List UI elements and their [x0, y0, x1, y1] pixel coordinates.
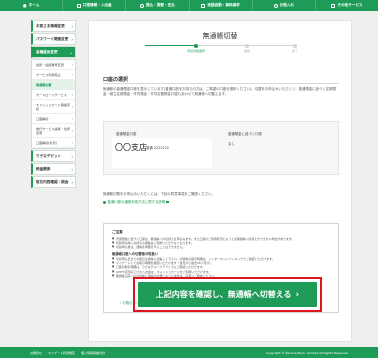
footer-link-contact[interactable]: お問合せ [30, 351, 42, 355]
sidebar-item-customer-info[interactable]: お客さま情報変更 › [31, 20, 76, 32]
step-dot-3 [293, 43, 297, 48]
chevron-right-icon: › [71, 140, 73, 145]
chevron-right-icon: › [71, 153, 73, 159]
chevron-right-icon: › [71, 179, 73, 185]
chevron-right-icon: › [71, 128, 73, 133]
linked-account-value: なし [228, 142, 235, 146]
progress-steps: 手続内容選択 確認 完了 [145, 43, 299, 55]
sidebar: お客さま情報変更 › パスワード関連変更 › 各種届出変更 ⌄ 住所・電話番号変更 › … [31, 20, 76, 189]
chevron-right-icon: › [71, 166, 73, 172]
passbook-info-link[interactable]: 普通口座の通帳利用方法に関する説明 [103, 199, 170, 204]
step-dot-1 [194, 43, 198, 48]
home-icon [22, 3, 27, 8]
intro-text: 無通帳の普通預金口座を表示しています(普通口座をお持ちの方は、ご希望の口座を選択… [103, 87, 336, 96]
transfer-icon [140, 3, 145, 8]
submit-highlight-frame: 上記内容を確認し、無通帳へ切替える › [133, 277, 322, 312]
chevron-down-icon: ⌄ [69, 49, 73, 55]
step-label-1: 手続内容選択 [186, 49, 206, 53]
chevron-right-icon: › [71, 104, 73, 109]
sidebar-item-debit[interactable]: りそなデビット › [31, 150, 76, 162]
external-link-icon [166, 200, 170, 204]
section-title: 口座の選択 [103, 77, 129, 83]
footer-link-privacy[interactable]: 個人情報保護方針 [81, 351, 105, 355]
copyright: Copyright © Resona Bank, Limited All Rig… [265, 350, 348, 355]
footer-links: お問合せ マイゲート利用規定 個人情報保護方針 [30, 351, 105, 355]
step-label-2: 確認 [243, 49, 251, 53]
sidebar-item-history[interactable]: 取引内容確認・照会 › [31, 176, 76, 188]
page: ホーム 口座情報・入出金 振込・振替・支払 定額自動・資料請求 お借入れ その他… [0, 0, 378, 358]
account-option[interactable]: 〇〇支店 普通 2222222 [112, 138, 212, 168]
nav-home[interactable]: ホーム [0, 0, 64, 11]
chevron-right-icon: › [295, 289, 300, 300]
sidebar-subitem-address[interactable]: 住所・電話番号変更 › [32, 60, 75, 70]
footer-link-terms[interactable]: マイゲート利用規定 [48, 351, 75, 355]
nav-loan[interactable]: お借入れ [253, 0, 316, 11]
progress-fill [145, 45, 196, 47]
caution-subtitle: 無通帳口座への切替後の取扱い [112, 252, 159, 257]
sidebar-subitem-close-fx[interactable]: 口座解約(外貨) › [32, 138, 75, 148]
chevron-right-icon: › [71, 23, 73, 29]
nav-transfer[interactable]: 振込・振替・支払 [126, 0, 190, 11]
sidebar-subitem-linkage[interactable]: 他行サービス連携・住所変更 › [32, 124, 75, 138]
step-dot-2 [245, 43, 249, 48]
nav-services[interactable]: その他サービス [316, 0, 378, 11]
account-number: 普通 2222222 [146, 146, 169, 150]
sidebar-item-password[interactable]: パスワード関連変更 › [31, 33, 76, 45]
consent-note: 無通帳切替をお申込みいただくには、下記の同意事項をご確認ください。 [103, 192, 215, 196]
chevron-right-icon: › [71, 116, 73, 121]
sidebar-item-notifications[interactable]: 各種届出変更 ⌄ [31, 46, 76, 58]
chevron-right-icon: › [71, 92, 73, 97]
caution-title: ご注意 [112, 230, 123, 234]
footer: お問合せ マイゲート利用規定 個人情報保護方針 Copyright © Reso… [0, 347, 378, 358]
account-column-label: 普通預金口座 [116, 132, 137, 136]
branch-name: 〇〇支店 [115, 143, 147, 152]
caution-item: 切替申込後は、通帳を再発行することはできません。 [112, 245, 330, 249]
sidebar-subitem-cashcard[interactable]: キャッシュカード関連手続 › [32, 100, 75, 114]
services-icon [331, 3, 336, 8]
confirm-switch-button[interactable]: 上記内容を確認し、無通帳へ切替える › [138, 282, 317, 307]
nav-documents[interactable]: 定額自動・資料請求 [190, 0, 253, 11]
account-icon [76, 3, 81, 8]
document-icon [201, 3, 206, 8]
sidebar-subitem-close[interactable]: 口座解約 › [32, 114, 75, 124]
chevron-right-icon: › [71, 62, 73, 67]
sidebar-subitem-passbookless[interactable]: 無通帳切替 [32, 80, 75, 90]
step-label-3: 完了 [291, 49, 299, 53]
sidebar-subitem-cardloan[interactable]: カードローンサービス › [32, 90, 75, 100]
chevron-right-icon: › [71, 72, 73, 77]
chevron-right-icon: › [71, 36, 73, 42]
global-nav: ホーム 口座情報・入出金 振込・振替・支払 定額自動・資料請求 お借入れ その他… [0, 0, 378, 11]
linked-column-label: 普通預金に紐づく口座 [228, 132, 262, 136]
sidebar-item-tax[interactable]: 税金関係 › [31, 163, 76, 175]
page-title: 無通帳切替 [202, 32, 238, 40]
loan-icon [273, 3, 278, 8]
sidebar-subgroup: 住所・電話番号変更 › サービス利用停止 › 無通帳切替 カードローンサービス › キ… [31, 59, 76, 149]
account-selection-box: 普通預金口座 普通預金に紐づく口座 〇〇支店 普通 2222222 なし [103, 121, 339, 175]
nav-account[interactable]: 口座情報・入出金 [63, 0, 127, 11]
arrow-circle-icon [103, 200, 106, 204]
sidebar-subitem-suspend[interactable]: サービス利用停止 › [32, 70, 75, 80]
section-divider [103, 83, 339, 84]
